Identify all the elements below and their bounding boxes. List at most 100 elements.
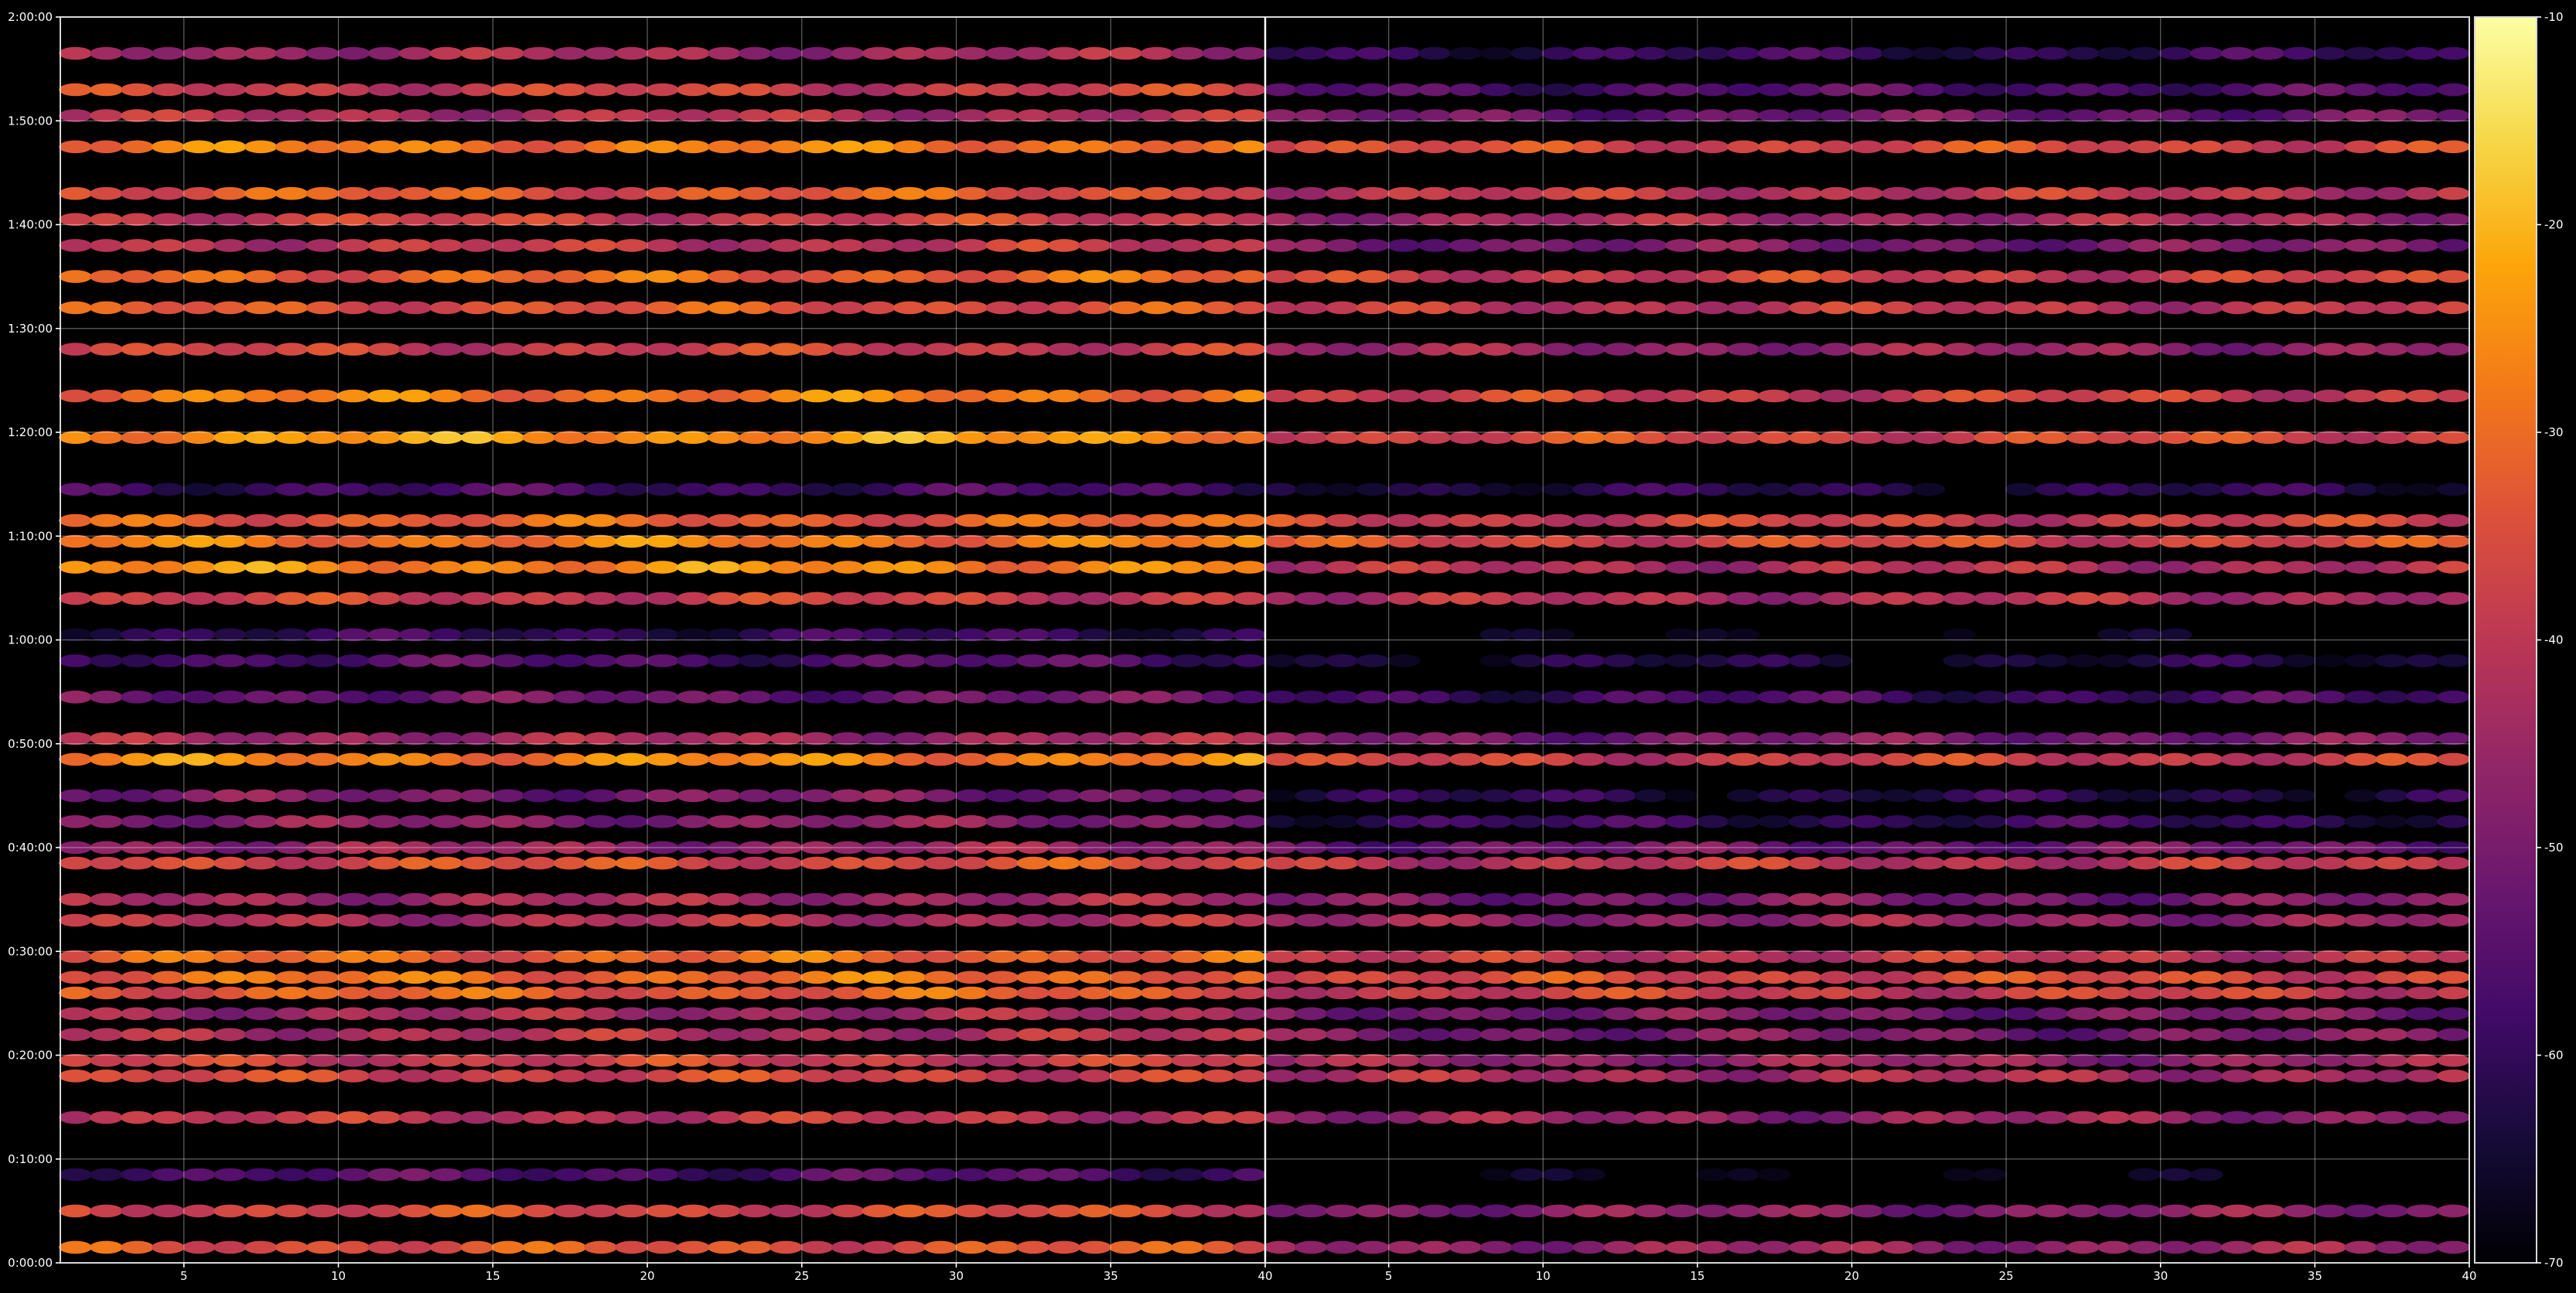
heatmap-cell	[1109, 654, 1143, 667]
heatmap-cell	[769, 213, 803, 227]
heatmap-cell	[2344, 971, 2378, 984]
heatmap-cell	[398, 1168, 432, 1182]
heatmap-cell	[1233, 213, 1266, 227]
heatmap-cell	[2375, 654, 2409, 667]
heatmap-cell	[1171, 239, 1204, 252]
heatmap-cell	[2406, 986, 2440, 1000]
heatmap-cell	[831, 1168, 865, 1182]
heatmap-cell	[1974, 732, 2008, 745]
heatmap-cell	[1974, 389, 2008, 403]
heatmap-cell	[1109, 1240, 1143, 1254]
heatmap-cell	[2066, 389, 2100, 403]
heatmap-cell	[553, 1110, 587, 1124]
heatmap-cell	[1603, 1240, 1637, 1254]
heatmap-cell	[336, 83, 370, 97]
heatmap-cell	[1264, 431, 1297, 444]
heatmap-cell	[862, 301, 896, 315]
heatmap-cell	[1325, 239, 1359, 252]
heatmap-cell	[2158, 1168, 2192, 1182]
heatmap-cell	[1510, 892, 1544, 906]
heatmap-cell	[367, 628, 401, 642]
heatmap-cell	[1047, 343, 1081, 356]
heatmap-cell	[429, 1007, 463, 1021]
heatmap-cell	[2097, 592, 2131, 606]
heatmap-cell	[769, 1168, 803, 1182]
heatmap-cell	[1387, 483, 1421, 496]
heatmap-cell	[1325, 109, 1359, 122]
heatmap-cell	[553, 561, 587, 574]
heatmap-cell	[429, 913, 463, 927]
heatmap-cell	[1850, 732, 1884, 745]
heatmap-cell	[1603, 483, 1637, 496]
heatmap-cell	[1696, 1028, 1729, 1041]
heatmap-cell	[862, 950, 896, 964]
heatmap-cell	[1325, 654, 1359, 667]
y-tick-label: 1:20:00	[8, 425, 53, 439]
heatmap-cell	[1233, 301, 1266, 315]
heatmap-cell	[2251, 561, 2285, 574]
heatmap-cell	[553, 752, 587, 766]
heatmap-cell	[2066, 592, 2100, 606]
heatmap-cell	[2375, 301, 2409, 315]
heatmap-cell	[2406, 789, 2440, 803]
heatmap-cell	[1943, 913, 1977, 927]
heatmap-cell	[923, 83, 957, 97]
heatmap-cell	[213, 239, 247, 252]
heatmap-cell	[1325, 83, 1359, 97]
heatmap-cell	[1233, 856, 1266, 870]
heatmap-cell	[923, 815, 957, 828]
heatmap-cell	[1140, 1070, 1174, 1083]
heatmap-cell	[2220, 513, 2254, 527]
heatmap-cell	[213, 301, 247, 315]
heatmap-cell	[923, 752, 957, 766]
heatmap-cell	[1078, 213, 1112, 227]
heatmap-cell	[1726, 1168, 1760, 1182]
heatmap-cell	[1325, 950, 1359, 964]
heatmap-cell	[1479, 789, 1513, 803]
heatmap-cell	[151, 752, 185, 766]
heatmap-cell	[1171, 592, 1204, 606]
heatmap-cell	[553, 815, 587, 828]
heatmap-cell	[769, 950, 803, 964]
heatmap-cell	[1541, 270, 1575, 283]
heatmap-cell	[1881, 343, 1915, 356]
heatmap-cell	[2127, 140, 2161, 154]
heatmap-cell	[2344, 1028, 2378, 1041]
heatmap-cell	[2251, 732, 2285, 745]
heatmap-cell	[1541, 46, 1575, 60]
heatmap-cell	[2035, 301, 2069, 315]
heatmap-cell	[2220, 1110, 2254, 1124]
heatmap-cell	[213, 815, 247, 828]
heatmap-cell	[800, 561, 834, 574]
heatmap-cell	[1696, 186, 1729, 200]
heatmap-cell	[460, 1028, 494, 1041]
heatmap-cell	[2282, 950, 2316, 964]
heatmap-cell	[1202, 561, 1235, 574]
heatmap-cell	[522, 513, 556, 527]
heatmap-cell	[1943, 46, 1977, 60]
heatmap-cell	[1233, 1240, 1266, 1254]
heatmap-cell	[708, 513, 741, 527]
heatmap-cell	[89, 691, 123, 704]
heatmap-cell	[892, 534, 926, 548]
heatmap-cell	[1109, 483, 1143, 496]
heatmap-cell	[1264, 213, 1297, 227]
heatmap-cell	[491, 752, 525, 766]
heatmap-cell	[2158, 239, 2192, 252]
heatmap-cell	[954, 186, 988, 200]
heatmap-cell	[1047, 83, 1081, 97]
heatmap-cell	[305, 1240, 339, 1254]
heatmap-cell	[1387, 534, 1421, 548]
heatmap-cell	[2344, 892, 2378, 906]
heatmap-cell	[1418, 389, 1452, 403]
heatmap-cell	[1171, 431, 1204, 444]
heatmap-cell	[398, 513, 432, 527]
heatmap-cell	[460, 561, 494, 574]
heatmap-cell	[182, 950, 216, 964]
heatmap-cell	[1325, 789, 1359, 803]
heatmap-cell	[1109, 109, 1143, 122]
heatmap-cell	[121, 1110, 154, 1124]
heatmap-cell	[89, 1110, 123, 1124]
heatmap-cell	[553, 1240, 587, 1254]
heatmap-cell	[2220, 856, 2254, 870]
